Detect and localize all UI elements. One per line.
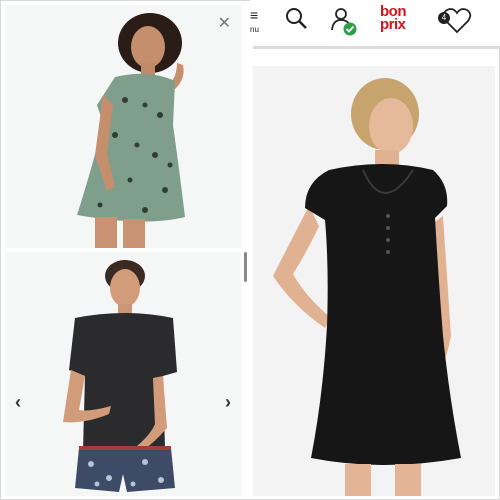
product-image-tshirt-shorts[interactable]: ‹ › <box>5 252 241 496</box>
menu-button[interactable]: ≡ nu <box>250 8 259 37</box>
menu-label: nu <box>250 25 259 34</box>
model-leopard-nightdress-illustration <box>77 13 185 248</box>
account-verified-icon[interactable] <box>330 6 358 41</box>
model-black-nightdress-illustration <box>273 78 461 496</box>
chevron-right-icon[interactable]: › <box>225 392 231 413</box>
header-divider <box>253 46 500 49</box>
wishlist-count-badge: 4 <box>438 12 450 24</box>
close-icon[interactable]: ✕ <box>218 13 231 33</box>
product-image-leopard-nightdress[interactable]: ✕ <box>5 5 241 248</box>
model-tshirt-shorts-illustration <box>63 260 177 492</box>
chevron-left-icon[interactable]: ‹ <box>15 392 21 413</box>
logo-line-2: prix <box>380 16 406 33</box>
scrollbar-thumb[interactable] <box>244 252 247 282</box>
bonprix-logo[interactable]: bon prix <box>380 4 414 33</box>
product-image-black-nightdress[interactable] <box>253 66 495 496</box>
search-icon[interactable] <box>284 6 308 35</box>
menu-icon: ≡ <box>250 7 259 23</box>
